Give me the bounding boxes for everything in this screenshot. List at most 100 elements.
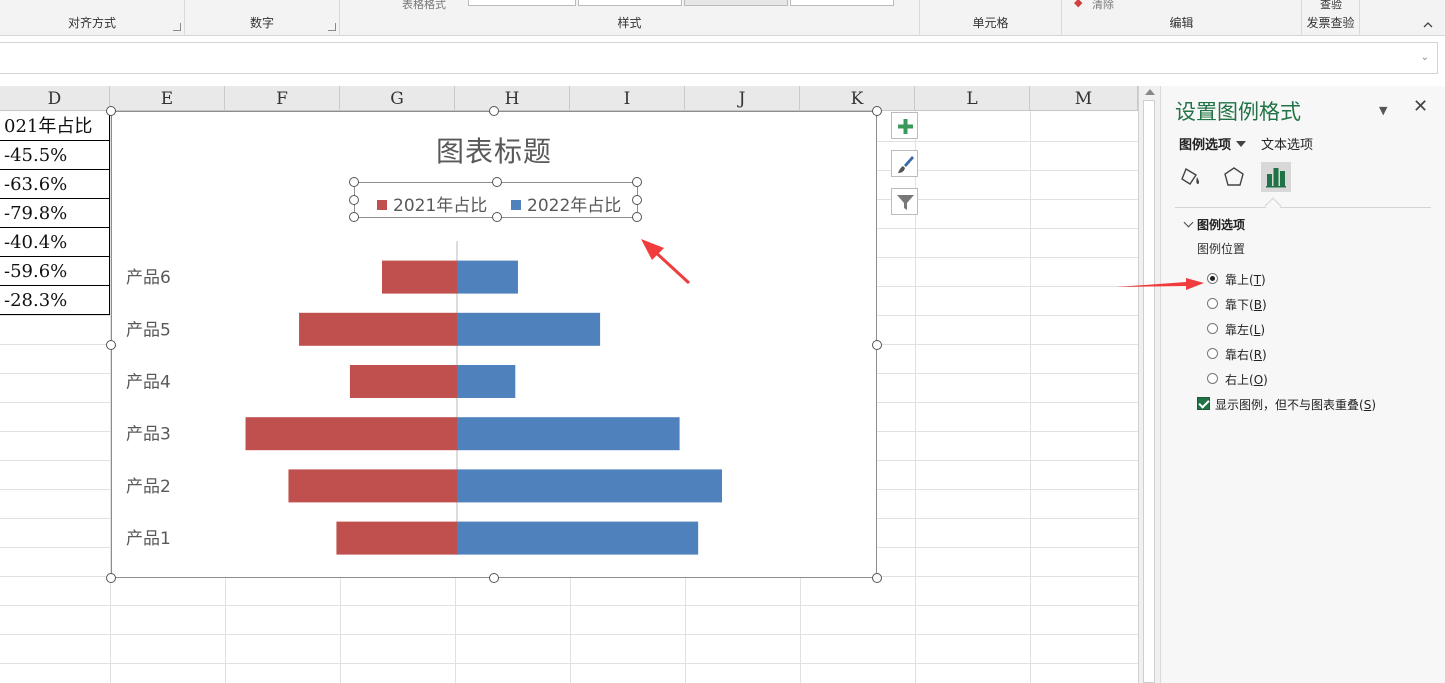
tab-legend-options[interactable]: 图例选项 [1179, 134, 1247, 153]
bar-2021[interactable] [288, 469, 457, 503]
eraser-icon[interactable]: ◆ [1074, 0, 1082, 9]
invoice-check-button[interactable]: 查验 [1320, 0, 1342, 12]
legend-resize-handle[interactable] [632, 212, 642, 222]
scroll-up-arrow-icon[interactable] [1145, 89, 1155, 95]
formula-bar[interactable]: ⌄ [0, 42, 1438, 74]
bar-2022[interactable] [457, 260, 518, 294]
radio-button[interactable] [1207, 298, 1218, 309]
legend-options-bars-icon[interactable] [1261, 162, 1291, 192]
chart-resize-handle[interactable] [872, 573, 882, 583]
collapse-ribbon-icon[interactable] [1423, 20, 1433, 30]
chart-resize-handle[interactable] [106, 340, 116, 350]
bar-2022[interactable] [457, 312, 601, 346]
pane-options-dropdown-icon[interactable]: ▼ [1379, 104, 1387, 117]
legend-entry-2021[interactable]: 2021年占比 [377, 191, 487, 216]
ribbon-group-invoice: 查验 发票查验 [1302, 0, 1360, 36]
section-title-legend-options[interactable]: 图例选项 [1197, 216, 1245, 233]
cell-d7[interactable]: -28.3% [0, 286, 110, 315]
column-header-g[interactable]: G [340, 86, 455, 111]
excel-window: 对齐方式 数字 表格格式 样式 单元格 ◆ 清除 编辑 查验 发票查验 ⌄ D … [0, 0, 1445, 683]
filter-icon [897, 195, 914, 210]
column-header-m[interactable]: M [1030, 86, 1138, 111]
grid-line-horizontal [0, 663, 1138, 664]
dialog-launcher-icon[interactable] [328, 23, 336, 31]
chart-resize-handle[interactable] [106, 106, 116, 116]
chevron-down-icon[interactable] [1183, 217, 1194, 228]
column-header-j[interactable]: J [685, 86, 800, 111]
expand-formula-bar-icon[interactable]: ⌄ [1421, 52, 1429, 63]
checkbox-label: 显示图例，但不与图表重叠(S) [1215, 398, 1377, 412]
legend-resize-handle[interactable] [492, 177, 502, 187]
column-header-k[interactable]: K [800, 86, 915, 111]
column-header-f[interactable]: F [225, 86, 340, 111]
chart-resize-handle[interactable] [872, 106, 882, 116]
legend-position-label: 图例位置 [1197, 242, 1246, 256]
legend-resize-handle[interactable] [632, 177, 642, 187]
style-gallery-item[interactable] [684, 0, 788, 6]
effects-pentagon-icon[interactable] [1219, 162, 1249, 192]
column-header-e[interactable]: E [110, 86, 225, 111]
legend-resize-handle[interactable] [492, 212, 502, 222]
chart-resize-handle[interactable] [106, 573, 116, 583]
bar-2022[interactable] [457, 417, 680, 451]
legend-entry-2022[interactable]: 2022年占比 [511, 191, 621, 216]
chart-resize-handle[interactable] [872, 340, 882, 350]
format-legend-pane: 设置图例格式 ▼ ✕ 图例选项 文本选项 图例选项 图例位置 靠上(T) 靠下(… [1160, 86, 1445, 683]
radio-button[interactable] [1207, 273, 1218, 284]
legend-swatch-2022 [511, 200, 521, 210]
legend-resize-handle[interactable] [349, 212, 359, 222]
column-header-h[interactable]: H [455, 86, 570, 111]
category-label: 产品1 [126, 529, 171, 549]
ribbon-group-label: 单元格 [972, 16, 1009, 30]
bar-2022[interactable] [457, 469, 722, 503]
column-header-l[interactable]: L [915, 86, 1030, 111]
radio-button[interactable] [1207, 348, 1218, 359]
chart-filters-button[interactable] [891, 188, 918, 215]
category-label: 产品3 [126, 425, 171, 445]
format-as-table-button[interactable]: 表格格式 [402, 0, 446, 12]
active-tab-indicator [1264, 197, 1282, 215]
ribbon-group-editing: ◆ 清除 编辑 [1062, 0, 1302, 36]
legend-resize-handle[interactable] [632, 195, 642, 205]
style-gallery-item[interactable] [790, 0, 894, 6]
fill-line-icon[interactable] [1177, 162, 1207, 192]
bar-2021[interactable] [349, 365, 457, 398]
legend-resize-handle[interactable] [349, 195, 359, 205]
chart-elements-button[interactable] [891, 112, 918, 139]
tab-text-options[interactable]: 文本选项 [1261, 134, 1313, 153]
dialog-launcher-icon[interactable] [173, 23, 181, 31]
chart-resize-handle[interactable] [489, 573, 499, 583]
chart-legend[interactable]: 2021年占比 2022年占比 [349, 177, 642, 222]
scroll-thumb[interactable] [1143, 100, 1155, 683]
bar-2021[interactable] [336, 521, 457, 555]
bar-2022[interactable] [457, 521, 699, 555]
cell-d6[interactable]: -59.6% [0, 257, 110, 286]
column-headers: D E F G H I J K L M [0, 86, 1138, 111]
bar-2021[interactable] [382, 260, 457, 294]
style-gallery-item[interactable] [468, 0, 576, 6]
cell-d5[interactable]: -40.4% [0, 228, 110, 257]
chart-area[interactable]: 产品6 产品5 产品4 产品3 产品2 产品1 图表标题 2021年占比 2022年占比 [106, 106, 882, 583]
cell-d4[interactable]: -79.8% [0, 199, 110, 228]
vertical-scrollbar[interactable] [1138, 86, 1160, 683]
clear-button[interactable]: 清除 [1092, 0, 1114, 12]
radio-button[interactable] [1207, 323, 1218, 334]
column-header-d[interactable]: D [0, 86, 110, 111]
category-label: 产品4 [126, 373, 171, 393]
chart-title[interactable]: 图表标题 [112, 130, 876, 170]
radio-button[interactable] [1207, 373, 1218, 384]
bar-2022[interactable] [457, 365, 516, 398]
checkbox-checked[interactable] [1197, 397, 1210, 410]
bar-2021[interactable] [245, 417, 457, 451]
legend-resize-handle[interactable] [349, 177, 359, 187]
caret-down-icon [1236, 141, 1247, 147]
cell-d3[interactable]: -63.6% [0, 170, 110, 199]
style-gallery-item[interactable] [578, 0, 682, 6]
bar-2021[interactable] [299, 312, 457, 346]
chart-styles-button[interactable] [891, 150, 918, 177]
cell-d1[interactable]: 021年占比 [0, 112, 110, 141]
column-header-i[interactable]: I [570, 86, 685, 111]
chart-resize-handle[interactable] [489, 106, 499, 116]
close-icon[interactable]: ✕ [1413, 96, 1428, 117]
cell-d2[interactable]: -45.5% [0, 141, 110, 170]
